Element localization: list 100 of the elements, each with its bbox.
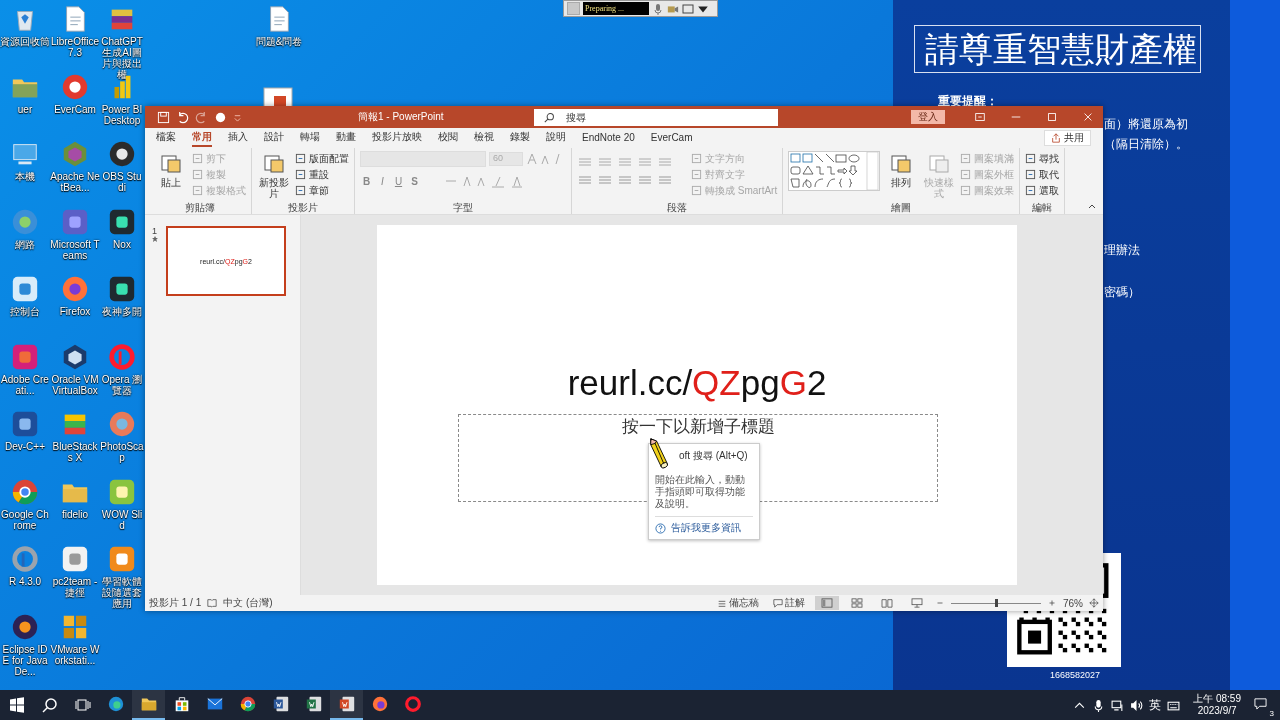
icon-label: Firefox (58, 306, 92, 317)
group-label: 剪貼簿 (184, 201, 216, 214)
ribbon-button[interactable]: 取代 (1025, 167, 1060, 182)
pencil-cursor-icon (649, 437, 669, 470)
search-field[interactable]: 搜尋 (533, 108, 778, 126)
search-icon[interactable] (42, 697, 58, 713)
share-button[interactable]: 共用 (1044, 130, 1091, 146)
icon-label: Oracle VM VirtualBox (50, 373, 100, 396)
tooltip-title: oft 搜尋 (Alt+Q) (678, 449, 749, 463)
ribbon-display-icon[interactable] (974, 111, 986, 123)
icon-label: Opera 瀏覽器 (100, 373, 144, 396)
normal-view-icon[interactable] (815, 596, 839, 610)
ribbon-tab[interactable]: 檢視 (474, 129, 494, 147)
notes-button[interactable]: 備忘稿 (713, 596, 763, 610)
icon-label: fidelio (60, 508, 90, 520)
app-tile-icon[interactable] (107, 544, 137, 574)
notice-text: 理辦法 (1104, 242, 1140, 259)
ribbon-tab[interactable]: 插入 (228, 129, 248, 147)
task-view-icon[interactable] (75, 697, 91, 713)
ribbon-button[interactable]: 新投影片 (257, 151, 291, 199)
clock-date: 2023/9/7 (1197, 705, 1237, 717)
notice-text: 密碼） (1104, 284, 1140, 301)
slide-number: 1 (152, 226, 158, 236)
command-icon (295, 185, 306, 196)
zoom-in-icon[interactable] (1047, 598, 1057, 608)
ribbon-tab[interactable]: 常用 (192, 129, 212, 147)
icon-label: LibreOffice 7.3 (50, 36, 100, 58)
disc-icon[interactable] (107, 139, 137, 169)
ribbon-button[interactable]: 尋找 (1025, 151, 1060, 166)
app-tile-icon[interactable] (107, 274, 137, 304)
comments-button[interactable]: 註解 (769, 596, 809, 610)
close-icon[interactable] (1082, 111, 1094, 123)
region-icon[interactable] (682, 2, 694, 15)
command-icon (691, 153, 702, 164)
notice-title: 請尊重智慧財產權 (914, 25, 1201, 73)
record-icon[interactable] (214, 110, 227, 124)
swirl-icon (106, 695, 125, 713)
icon-label: WOW Slid (100, 508, 144, 531)
ribbon-button[interactable]: 選取 (1025, 183, 1060, 198)
ribbon-button[interactable]: 重設 (295, 167, 349, 182)
volume-icon[interactable] (1130, 698, 1144, 712)
ribbon-tab[interactable]: 轉場 (300, 129, 320, 147)
zoom-slider[interactable] (951, 598, 1041, 608)
ribbon-tab[interactable]: 說明 (546, 129, 566, 147)
language-indicator[interactable]: 中文 (台灣) (223, 596, 273, 610)
group-label: 投影片 (287, 201, 319, 214)
ribbon-tab[interactable]: 動畫 (336, 129, 356, 147)
redo-icon[interactable] (195, 110, 208, 124)
ribbon-tab[interactable]: 錄製 (510, 129, 530, 147)
icon-label: Dev-C++ (4, 441, 46, 452)
input-mode-indicator[interactable]: 英 (1149, 696, 1162, 714)
learn-more-link[interactable]: 告訴我更多資訊 (671, 521, 741, 535)
ribbon-tab[interactable]: 檔案 (156, 129, 176, 147)
maximize-icon[interactable] (1046, 111, 1058, 123)
undo-icon[interactable] (176, 110, 189, 124)
control-panel-icon[interactable] (10, 274, 40, 304)
icon-label: 資源回收筒 (0, 36, 50, 47)
taskbar-app[interactable] (330, 690, 363, 720)
slide-counter: 投影片 1 / 1 (149, 596, 202, 610)
flame-circle-icon[interactable] (60, 274, 90, 304)
sign-in-button[interactable]: 登入 (911, 110, 945, 124)
book-icon[interactable] (207, 598, 218, 608)
app-tile-icon[interactable] (10, 409, 40, 439)
network-icon[interactable] (1111, 698, 1125, 712)
command-icon (691, 169, 702, 180)
windows-start-icon[interactable] (9, 697, 25, 713)
group-label: 字型 (452, 201, 474, 214)
zoom-level[interactable]: 76% (1063, 597, 1083, 609)
ribbon-tab[interactable]: 設計 (264, 129, 284, 147)
save-icon[interactable] (157, 110, 170, 124)
icon-label: 控制台 (9, 306, 41, 317)
icon-label: 學習軟體設隨選套應用 (101, 576, 143, 609)
slide-title[interactable]: reurl.cc/QZpgG2 (377, 363, 1017, 403)
ribbon-button[interactable]: 貼上 (154, 151, 188, 188)
ribbon-tab[interactable]: EndNote 20 (582, 129, 635, 147)
icon-label: Adobe Creati... (0, 373, 50, 396)
command-icon (295, 169, 306, 180)
ribbon-tab[interactable]: 投影片放映 (372, 129, 422, 147)
tricolor-circle-icon (238, 695, 257, 713)
command-icon (192, 153, 203, 164)
slide-canvas[interactable]: reurl.cc/QZpgG2 按一下以新增子標題 oft 搜尋 (Alt+Q) 開始在此輸入，動動手指頭即可取得功能及說明。 告訴我更多資訊 (377, 225, 1017, 585)
taskbar-app[interactable] (132, 690, 165, 720)
placeholder-text: 按一下以新增子標題 (621, 415, 775, 437)
ribbon-button[interactable]: 版面配置 (295, 151, 349, 166)
ribbon-tab[interactable]: 校閱 (438, 129, 458, 147)
icon-label: OBS Studi (101, 171, 143, 193)
ribbon-tab[interactable]: EverCam (650, 129, 693, 147)
ribbon-button[interactable]: 章節 (295, 183, 349, 198)
icon-label: PhotoScap (100, 441, 144, 463)
command-icon (691, 185, 702, 196)
ribbon-button[interactable]: 排列 (884, 151, 919, 188)
clock[interactable]: 上午 08:59 2023/9/7 (1193, 693, 1241, 717)
fit-window-icon[interactable] (1089, 598, 1099, 608)
presentation-icon[interactable] (262, 86, 294, 108)
notification-icon[interactable] (1254, 697, 1267, 710)
command-icon (1025, 153, 1037, 164)
window-title: 簡報1 - PowerPoint (358, 110, 444, 124)
ring-icon[interactable] (10, 544, 40, 574)
flame-circle-icon (370, 695, 389, 713)
shapes-gallery[interactable] (788, 151, 881, 191)
